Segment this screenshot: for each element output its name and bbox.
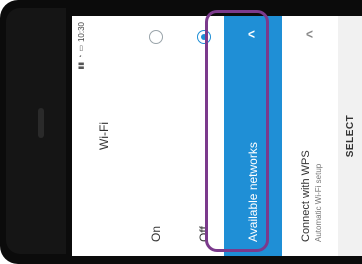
battery-icon: ▭ [78, 45, 85, 52]
option-on-label: On [149, 225, 163, 242]
device-bezel [6, 8, 66, 254]
radio-on[interactable] [149, 30, 163, 44]
status-bar: ▮▮ ◔ ▭ 10:30 [72, 16, 90, 256]
signal-icon: ▮▮ [78, 61, 85, 70]
chevron-up-icon: ^ [303, 30, 319, 39]
status-time: 10:30 [76, 22, 86, 43]
wps-subtitle: Automatic Wi-Fi setup [313, 163, 323, 242]
wps-title: Connect with WPS [299, 150, 312, 242]
connect-wps-item[interactable]: Connect with WPS Automatic Wi-Fi setup ^ [286, 16, 336, 256]
device-frame: ▮▮ ◔ ▭ 10:30 Wi-Fi On Off Available netw… [0, 0, 362, 264]
page-title: Wi-Fi [97, 122, 111, 150]
wifi-icon: ◔ [77, 54, 85, 59]
side-key [38, 108, 44, 138]
highlight-outline [205, 10, 269, 252]
select-button[interactable]: SELECT [338, 16, 362, 256]
option-on[interactable]: On [132, 16, 180, 256]
